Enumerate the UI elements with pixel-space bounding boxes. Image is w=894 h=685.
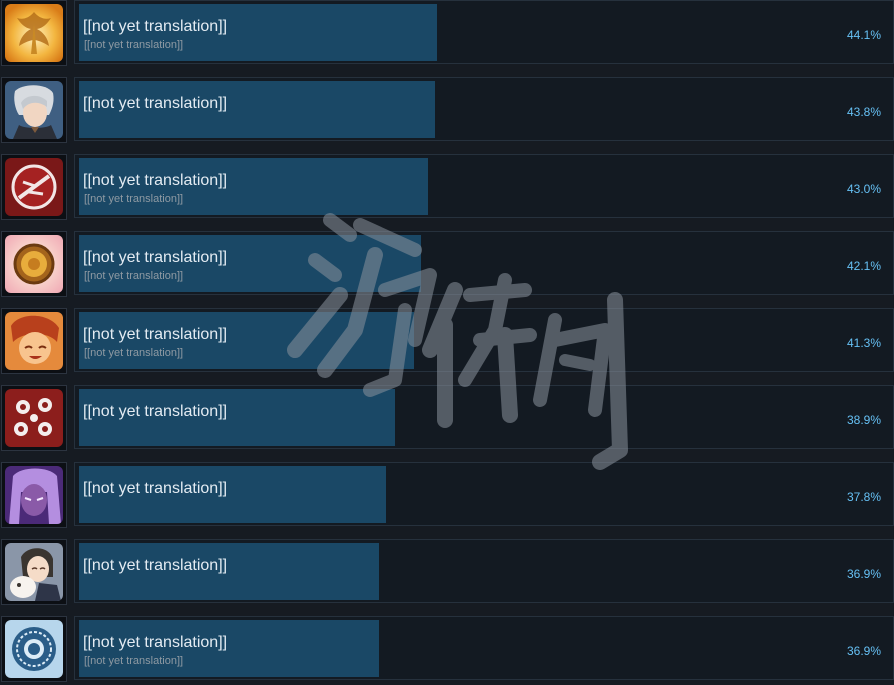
achievement-panel: [[not yet translation]] 37.8%	[74, 462, 894, 526]
achievement-panel: [[not yet translation]] 43.8%	[74, 77, 894, 141]
achievement-icon-frame	[1, 77, 67, 143]
achievement-title: [[not yet translation]]	[83, 557, 228, 574]
achievement-row[interactable]: [[not yet translation]] 38.9%	[0, 385, 894, 452]
achievement-percent: 43.0%	[846, 182, 881, 196]
achievement-percent: 38.9%	[846, 413, 881, 427]
achievement-percent: 43.8%	[846, 105, 881, 119]
achievement-icon-frame	[1, 616, 67, 682]
achievement-title: [[not yet translation]]	[83, 172, 228, 189]
achievement-row[interactable]: [[not yet translation]] [[not yet transl…	[0, 0, 894, 67]
achievement-panel: [[not yet translation]] [[not yet transl…	[74, 231, 894, 295]
red-emblem-icon	[5, 158, 63, 216]
achievement-icon-frame	[1, 0, 67, 66]
achievement-title: [[not yet translation]]	[83, 249, 228, 266]
achievement-title: [[not yet translation]]	[83, 95, 228, 112]
achievement-percent: 37.8%	[846, 490, 881, 504]
achievement-row[interactable]: [[not yet translation]] [[not yet transl…	[0, 231, 894, 298]
achievement-list: [[not yet translation]] [[not yet transl…	[0, 0, 894, 685]
achievement-row[interactable]: [[not yet translation]] [[not yet transl…	[0, 308, 894, 375]
achievement-row[interactable]: [[not yet translation]] [[not yet transl…	[0, 154, 894, 221]
achievement-percent: 42.1%	[846, 259, 881, 273]
girl-with-lamb-portrait-icon	[5, 543, 63, 601]
achievement-percent: 36.9%	[846, 567, 881, 581]
achievement-description: [[not yet translation]]	[84, 270, 184, 282]
achievement-title: [[not yet translation]]	[83, 403, 228, 420]
achievement-title: [[not yet translation]]	[83, 480, 228, 497]
achievement-icon-frame	[1, 539, 67, 605]
achievement-panel: [[not yet translation]] 38.9%	[74, 385, 894, 449]
achievement-icon-frame	[1, 231, 67, 297]
achievement-title: [[not yet translation]]	[83, 18, 228, 35]
achievement-percent: 41.3%	[846, 336, 881, 350]
achievement-description: [[not yet translation]]	[84, 655, 184, 667]
silver-hair-man-portrait-icon	[5, 81, 63, 139]
gold-medal-icon	[5, 235, 63, 293]
achievement-title: [[not yet translation]]	[83, 634, 228, 651]
achievement-description: [[not yet translation]]	[84, 193, 184, 205]
phoenix-gold-icon	[5, 4, 63, 62]
achievement-panel: [[not yet translation]] 36.9%	[74, 539, 894, 603]
achievement-percent: 36.9%	[846, 644, 881, 658]
achievement-icon-frame	[1, 385, 67, 451]
achievement-description: [[not yet translation]]	[84, 39, 184, 51]
achievement-row[interactable]: [[not yet translation]] 37.8%	[0, 462, 894, 529]
achievement-description: [[not yet translation]]	[84, 347, 184, 359]
achievement-panel: [[not yet translation]] [[not yet transl…	[74, 154, 894, 218]
achievement-icon-frame	[1, 462, 67, 528]
achievement-title: [[not yet translation]]	[83, 326, 228, 343]
achievement-row[interactable]: [[not yet translation]] 36.9%	[0, 539, 894, 606]
achievement-icon-frame	[1, 308, 67, 374]
white-flowers-red-icon	[5, 389, 63, 447]
achievement-panel: [[not yet translation]] [[not yet transl…	[74, 308, 894, 372]
purple-hair-portrait-icon	[5, 466, 63, 524]
red-hair-laughing-portrait-icon	[5, 312, 63, 370]
achievement-panel: [[not yet translation]] [[not yet transl…	[74, 0, 894, 64]
achievement-icon-frame	[1, 154, 67, 220]
achievement-panel: [[not yet translation]] [[not yet transl…	[74, 616, 894, 680]
achievement-percent: 44.1%	[846, 28, 881, 42]
achievement-row[interactable]: [[not yet translation]] [[not yet transl…	[0, 616, 894, 683]
blue-mandala-icon	[5, 620, 63, 678]
achievement-row[interactable]: [[not yet translation]] 43.8%	[0, 77, 894, 144]
